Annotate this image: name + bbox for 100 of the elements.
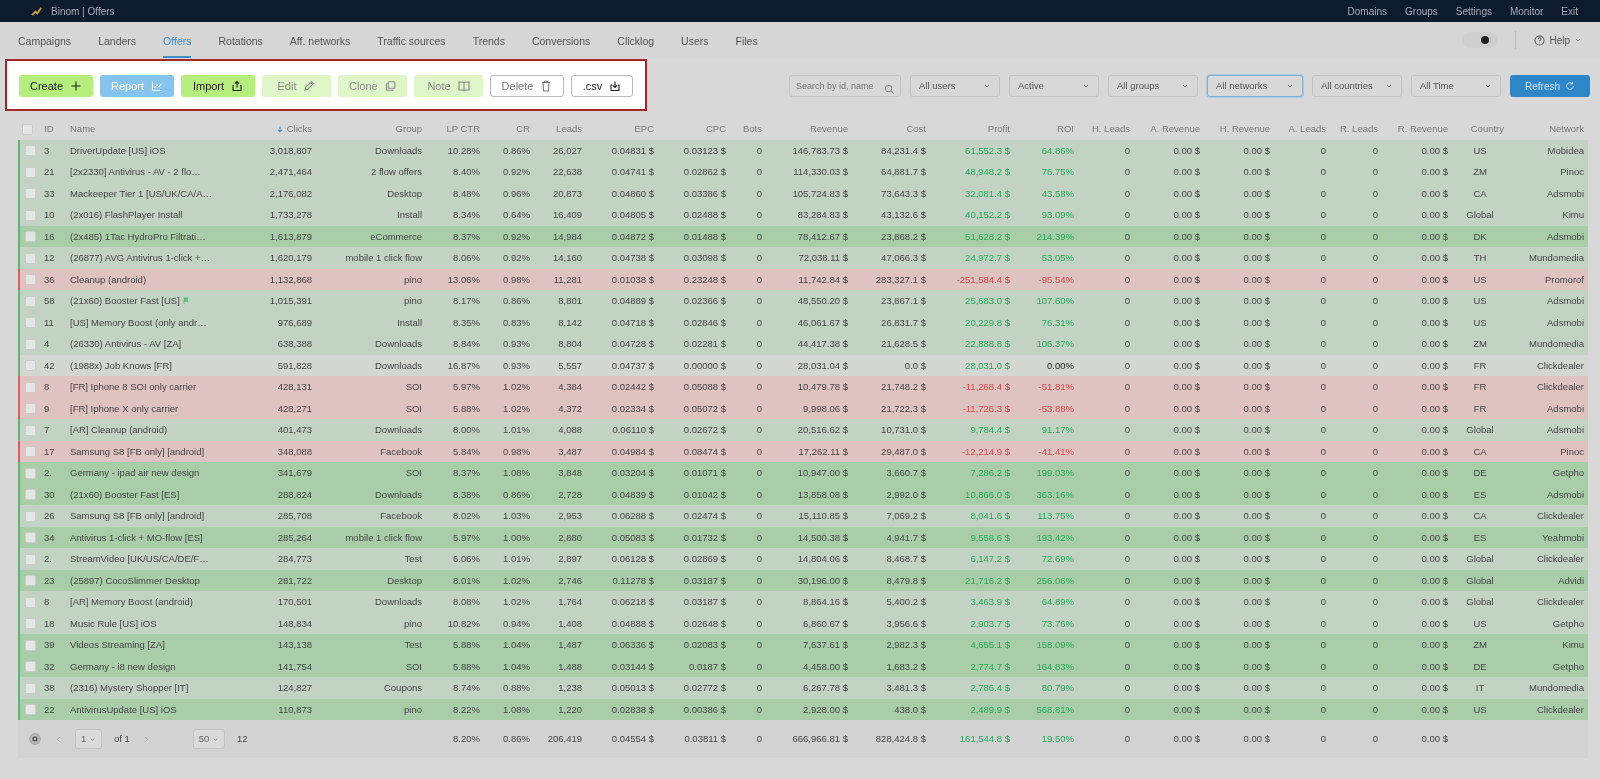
help-menu[interactable]: Help [1534, 32, 1582, 48]
toolbar-button[interactable]: Clone [338, 75, 407, 97]
toolbar-button[interactable]: Import [181, 75, 255, 97]
row-checkbox[interactable] [25, 210, 36, 221]
row-checkbox[interactable] [25, 403, 36, 415]
table-cell: 0.00 $ [1173, 230, 1200, 242]
row-checkbox[interactable] [25, 188, 36, 200]
table-cell: FR [1473, 381, 1487, 392]
row-checkbox[interactable] [25, 317, 36, 329]
table-cell: 26 [44, 510, 55, 521]
table-cell: 18 [44, 617, 55, 629]
row-checkbox[interactable] [25, 554, 36, 565]
filter-dropdown[interactable]: All users [910, 75, 1000, 97]
table-cell: 0.04737 $ [611, 359, 654, 371]
table-cell: 0 [1124, 230, 1130, 242]
table-cell: 568.81% [1036, 703, 1074, 715]
table-cell: 0.00 $ [1421, 166, 1448, 177]
nav-tab[interactable]: Campaigns [18, 26, 72, 58]
table-cell: 80.79% [1041, 682, 1074, 693]
toolbar-button[interactable]: Note [414, 75, 483, 97]
table-cell: 32,081.4 $ [965, 187, 1010, 199]
row-checkbox[interactable] [25, 640, 36, 651]
top-menu-link[interactable]: Exit [1561, 3, 1578, 19]
row-checkbox[interactable] [25, 446, 36, 458]
table-cell: Global [1466, 424, 1494, 435]
table-cell: 73,643.3 $ [881, 187, 926, 199]
table-cell: 0 [1320, 660, 1326, 672]
row-checkbox[interactable] [25, 489, 36, 501]
nav-tab[interactable]: Landers [98, 26, 137, 58]
row-checkbox[interactable] [25, 704, 36, 716]
row-checkbox[interactable] [25, 468, 36, 479]
row-checkbox[interactable] [25, 683, 36, 694]
row-checkbox[interactable] [25, 575, 36, 587]
filter-dropdown[interactable]: Active [1009, 75, 1099, 97]
row-checkbox[interactable] [25, 511, 36, 522]
top-menu-link[interactable]: Groups [1405, 3, 1438, 19]
nav-tab[interactable]: Clicklog [617, 26, 655, 58]
table-cell: 8.48% [453, 187, 480, 199]
table-cell: 1.04% [503, 639, 530, 650]
refresh-button[interactable]: Refresh [1510, 75, 1590, 97]
filter-dropdown[interactable]: All networks [1207, 75, 1303, 97]
toolbar-button[interactable]: Create [19, 75, 93, 97]
table-cell: 0.00 $ [1173, 187, 1200, 199]
table-cell: Pinoc [1560, 445, 1584, 457]
row-checkbox[interactable] [25, 339, 36, 350]
filter-dropdown[interactable]: All groups [1108, 75, 1198, 97]
table-cell: Desktop [387, 187, 422, 199]
table-cell: 0.00 $ [1243, 617, 1270, 629]
filter-dropdown[interactable]: All Time [1411, 75, 1501, 97]
toolbar-button[interactable]: Delete [490, 75, 564, 97]
search-field[interactable]: Search by id, name [789, 75, 901, 97]
top-menu-link[interactable]: Monitor [1509, 3, 1544, 19]
table-cell: 0.98% [503, 273, 530, 285]
nav-tab[interactable]: Traffic sources [377, 26, 446, 58]
row-checkbox[interactable] [25, 618, 36, 630]
top-menu-link[interactable]: Settings [1455, 3, 1492, 19]
select-all-checkbox[interactable] [22, 124, 33, 135]
table-cell: 0 [756, 316, 762, 328]
table-cell: 0.03204 $ [611, 467, 654, 478]
top-menu-link[interactable]: Domains [1347, 3, 1388, 19]
table-cell: 0 [1372, 682, 1378, 693]
table-cell: 0 [1124, 273, 1130, 285]
table-cell: 0 [1372, 187, 1378, 199]
per-page-select[interactable]: 50 [192, 729, 225, 749]
table-cell: 0.00000 $ [683, 359, 726, 371]
row-checkbox[interactable] [25, 274, 36, 286]
row-checkbox[interactable] [25, 167, 36, 178]
table-cell: 0 [1320, 338, 1326, 349]
nav-tab[interactable]: Files [735, 26, 758, 58]
table-cell: 46,061.67 $ [797, 316, 848, 328]
nav-tab[interactable]: Conversions [531, 26, 591, 58]
table-cell: 0 [1320, 295, 1326, 306]
table-cell: ES [1473, 531, 1487, 543]
filter-dropdown[interactable]: All countries [1312, 75, 1402, 97]
row-checkbox[interactable] [25, 360, 36, 372]
page-select[interactable]: 1 [75, 729, 102, 749]
row-checkbox[interactable] [25, 145, 36, 157]
toolbar-button[interactable]: Edit [262, 75, 331, 97]
theme-toggle[interactable] [1463, 32, 1498, 48]
table-cell: 0 [1124, 295, 1130, 306]
row-checkbox[interactable] [25, 382, 36, 393]
table-cell: 0.00 $ [1421, 230, 1448, 242]
row-checkbox[interactable] [25, 296, 36, 307]
row-checkbox[interactable] [25, 231, 36, 243]
nav-tab[interactable]: Aff. networks [289, 26, 351, 58]
nav-tab[interactable]: Trends [472, 26, 505, 58]
nav-tab[interactable]: Users [681, 26, 709, 58]
nav-tab[interactable]: Rotations [218, 26, 263, 58]
table-cell: 73.76% [1041, 617, 1074, 629]
table-cell: 0.00 $ [1173, 252, 1200, 263]
row-checkbox[interactable] [25, 425, 36, 436]
row-checkbox[interactable] [25, 597, 36, 608]
table-cell: 2,953 [558, 510, 582, 521]
table-cell: 8,804 [558, 338, 582, 349]
row-checkbox[interactable] [25, 253, 36, 264]
table-cell: 2,880 [558, 531, 582, 543]
row-checkbox[interactable] [25, 661, 36, 673]
table-cell: 1,408 [558, 617, 582, 629]
row-checkbox[interactable] [25, 532, 36, 544]
toolbar-button[interactable]: .csv [571, 75, 633, 97]
